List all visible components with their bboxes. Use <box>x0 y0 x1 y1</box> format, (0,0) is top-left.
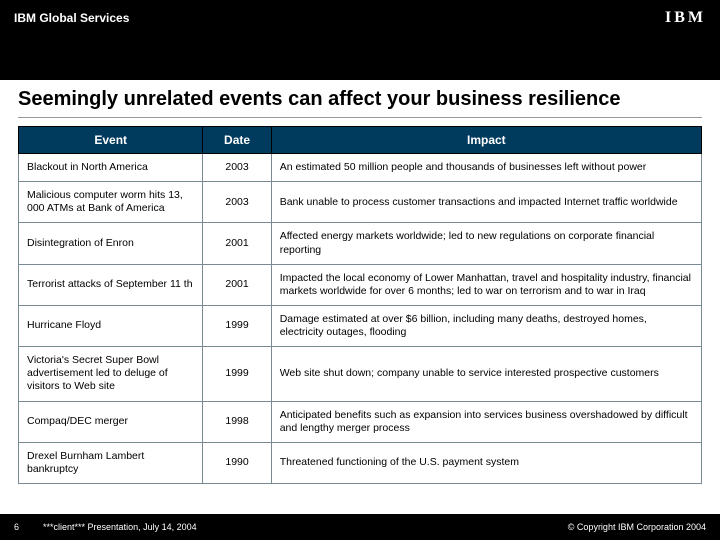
cell-impact: Threatened functioning of the U.S. payme… <box>271 442 701 483</box>
topbar: IBM Global Services IBM <box>0 0 720 36</box>
events-table: Event Date Impact Blackout in North Amer… <box>18 126 702 484</box>
content: Event Date Impact Blackout in North Amer… <box>0 122 720 514</box>
presentation-info: ***client*** Presentation, July 14, 2004 <box>43 522 197 532</box>
table-row: Victoria's Secret Super Bowl advertiseme… <box>19 347 702 401</box>
cell-impact: Impacted the local economy of Lower Manh… <box>271 264 701 305</box>
cell-impact: An estimated 50 million people and thous… <box>271 154 701 182</box>
cell-impact: Affected energy markets worldwide; led t… <box>271 223 701 264</box>
page-title: Seemingly unrelated events can affect yo… <box>18 88 702 118</box>
black-band <box>0 36 720 80</box>
cell-date: 2001 <box>203 223 271 264</box>
table-row: Compaq/DEC merger 1998 Anticipated benef… <box>19 401 702 442</box>
cell-event: Malicious computer worm hits 13, 000 ATM… <box>19 182 203 223</box>
col-header-date: Date <box>203 127 271 154</box>
brand-text: IBM Global Services <box>14 11 129 25</box>
title-wrap: Seemingly unrelated events can affect yo… <box>0 80 720 122</box>
cell-event: Drexel Burnham Lambert bankruptcy <box>19 442 203 483</box>
ibm-logo: IBM <box>665 9 706 27</box>
cell-event: Terrorist attacks of September 11 th <box>19 264 203 305</box>
cell-date: 1999 <box>203 305 271 346</box>
col-header-event: Event <box>19 127 203 154</box>
cell-event: Victoria's Secret Super Bowl advertiseme… <box>19 347 203 401</box>
cell-impact: Damage estimated at over $6 billion, inc… <box>271 305 701 346</box>
cell-date: 1999 <box>203 347 271 401</box>
copyright: © Copyright IBM Corporation 2004 <box>568 522 706 532</box>
table-row: Disintegration of Enron 2001 Affected en… <box>19 223 702 264</box>
col-header-impact: Impact <box>271 127 701 154</box>
table-row: Terrorist attacks of September 11 th 200… <box>19 264 702 305</box>
table-row: Blackout in North America 2003 An estima… <box>19 154 702 182</box>
table-row: Malicious computer worm hits 13, 000 ATM… <box>19 182 702 223</box>
cell-event: Disintegration of Enron <box>19 223 203 264</box>
cell-date: 2003 <box>203 182 271 223</box>
cell-date: 2003 <box>203 154 271 182</box>
cell-impact: Web site shut down; company unable to se… <box>271 347 701 401</box>
cell-event: Hurricane Floyd <box>19 305 203 346</box>
cell-impact: Bank unable to process customer transact… <box>271 182 701 223</box>
table-row: Hurricane Floyd 1999 Damage estimated at… <box>19 305 702 346</box>
slide: IBM Global Services IBM Seemingly unrela… <box>0 0 720 540</box>
table-row: Drexel Burnham Lambert bankruptcy 1990 T… <box>19 442 702 483</box>
page-number: 6 <box>14 522 19 532</box>
cell-event: Blackout in North America <box>19 154 203 182</box>
cell-date: 1990 <box>203 442 271 483</box>
cell-impact: Anticipated benefits such as expansion i… <box>271 401 701 442</box>
cell-date: 2001 <box>203 264 271 305</box>
cell-event: Compaq/DEC merger <box>19 401 203 442</box>
footer-left: 6 ***client*** Presentation, July 14, 20… <box>14 522 197 532</box>
table-header-row: Event Date Impact <box>19 127 702 154</box>
footer: 6 ***client*** Presentation, July 14, 20… <box>0 514 720 540</box>
cell-date: 1998 <box>203 401 271 442</box>
